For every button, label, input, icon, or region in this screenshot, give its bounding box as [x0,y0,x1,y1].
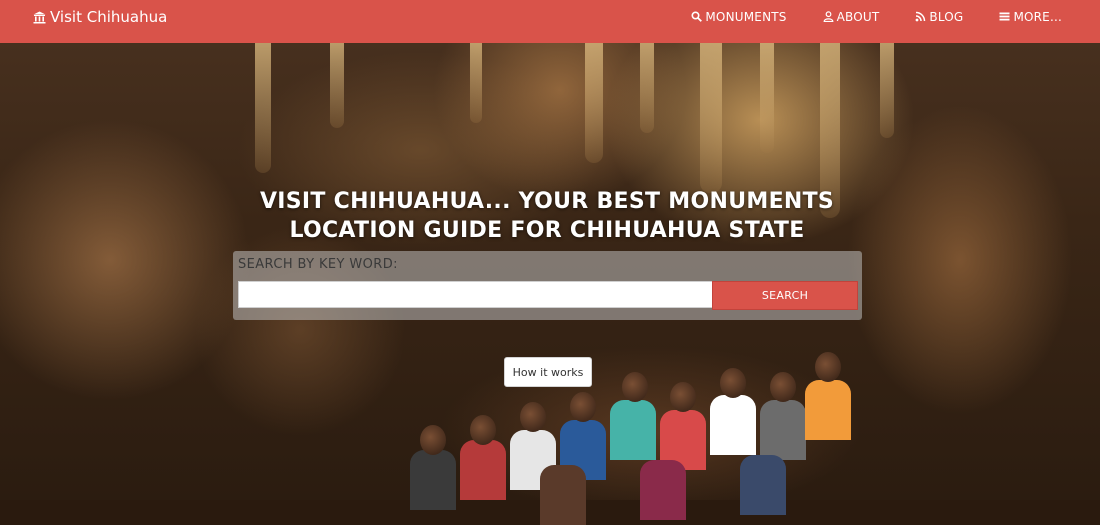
nav-blog-label: BLOG [929,9,964,24]
menu-icon [999,11,1010,22]
crowd-of-visitors [400,340,860,525]
brand-link[interactable]: Visit Chihuahua [33,0,167,33]
nav-menu: MONUMENTS ABOUT BLOG MORE... [691,0,1062,33]
top-navbar: Visit Chihuahua MONUMENTS ABOUT BLOG MOR… [0,0,1100,43]
hero-headline-line1: VISIT CHIHUAHUA... YOUR BEST MONUMENTS [259,189,835,214]
search-button[interactable]: SEARCH [712,281,858,310]
search-input[interactable] [238,281,716,308]
search-label: SEARCH BY KEY WORD: [238,257,398,272]
search-icon [691,11,703,22]
how-it-works-button[interactable]: How it works [504,357,592,387]
search-panel: SEARCH BY KEY WORD: SEARCH [233,251,862,320]
nav-monuments-label: MONUMENTS [705,9,787,24]
user-icon [823,11,834,23]
nav-more-label: MORE... [1013,9,1062,24]
nav-about[interactable]: ABOUT [823,10,880,24]
nav-more[interactable]: MORE... [999,10,1062,24]
nav-blog[interactable]: BLOG [915,10,963,24]
hero-headline-line2: LOCATION GUIDE FOR CHIHUAHUA STATE [289,218,805,243]
hero-background-image [0,0,1100,525]
rss-icon [915,11,926,22]
nav-monuments[interactable]: MONUMENTS [691,10,786,24]
nav-about-label: ABOUT [836,9,880,24]
hero-headline: VISIT CHIHUAHUA... YOUR BEST MONUMENTS L… [0,187,1094,245]
brand-title: Visit Chihuahua [50,7,168,26]
bank-icon [33,10,46,24]
